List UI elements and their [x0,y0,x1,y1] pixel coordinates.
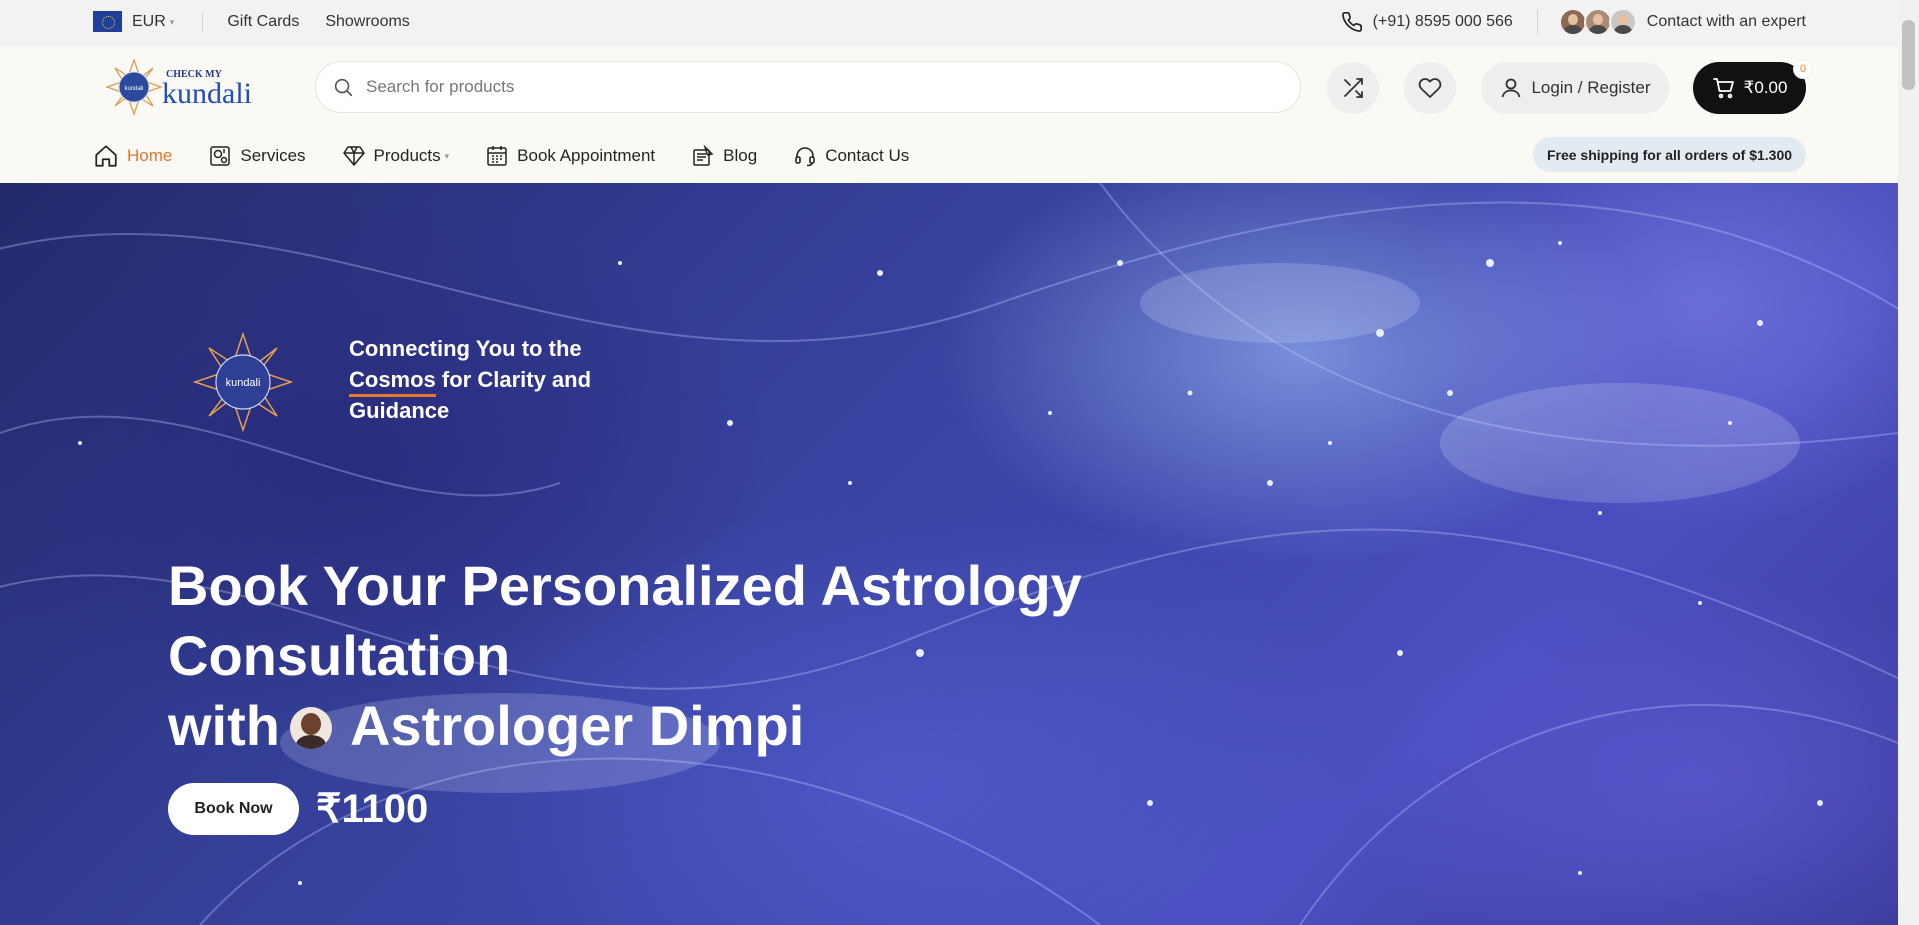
avatar [1608,7,1637,36]
nav-label: Blog [723,146,758,165]
shuffle-icon [1344,78,1363,98]
top-bar: EUR ▾ Gift Cards Showrooms (+91) 8595 00… [0,0,1898,47]
main-nav: Home Services Products ▾ Book Appointmen… [93,141,945,171]
divider [202,11,204,32]
consultation-price: ₹1100 [316,787,429,831]
gift-cards-link[interactable]: Gift Cards [227,13,299,31]
page-scrollbar[interactable] [1898,0,1919,925]
nav-item-products[interactable]: Products ▾ [342,144,450,168]
nav-item-blog[interactable]: Blog [691,144,757,168]
avatar [1583,7,1612,36]
kundali-emblem: kundali [193,332,293,432]
eu-flag-icon[interactable] [93,11,122,32]
cart-icon [1712,78,1734,99]
hero-banner: kundali Connecting You to the Cosmos for… [0,183,1898,925]
search-icon [334,78,353,97]
logo-main-text: kundali [162,77,252,110]
cart-button[interactable]: ₹0.00 [1693,62,1806,114]
headline-name: Astrologer Dimpi [349,694,805,757]
compare-button[interactable] [1327,62,1379,114]
svg-text:kundali: kundali [226,377,261,389]
svg-text:kundali: kundali [124,86,143,92]
currency-selector[interactable]: EUR [132,13,166,31]
blog-icon [693,144,714,166]
search-bar[interactable] [315,61,1301,113]
headset-icon [795,147,815,167]
avatar [1558,7,1587,36]
cart-total: ₹0.00 [1743,78,1788,97]
services-icon [210,146,231,166]
login-register-button[interactable]: Login / Register [1481,62,1669,114]
nav-label: Products [373,146,441,165]
showrooms-link[interactable]: Showrooms [325,13,409,31]
nav-item-contact-us[interactable]: Contact Us [793,144,909,168]
cart-count-badge: 0 [1793,59,1813,79]
astrologer-avatar [289,707,332,749]
hero-tagline: Connecting You to the Cosmos for Clarity… [349,333,609,426]
expert-avatars[interactable] [1536,7,1637,36]
nav-label: Home [127,146,173,165]
nav-label: Contact Us [825,146,910,165]
nav-label: Services [240,146,306,165]
headline-line-1: Book Your Personalized Astrology Consult… [168,554,1082,687]
wishlist-button[interactable] [1404,62,1456,114]
chevron-down-icon[interactable]: ▾ [170,17,175,28]
nav-item-services[interactable]: Services [208,144,306,168]
diamond-icon [342,146,365,166]
calendar-icon [487,146,507,166]
user-icon [1502,78,1521,98]
home-icon [95,145,117,167]
search-input[interactable] [366,77,1266,97]
heart-icon [1418,78,1442,98]
scrollbar-thumb[interactable] [1902,20,1915,90]
tagline-highlight: Cosmos [349,367,436,397]
site-logo[interactable]: kundali CHECK MY kundali [104,57,282,117]
login-label: Login / Register [1531,78,1651,97]
phone-number[interactable]: (+91) 8595 000 566 [1373,13,1513,31]
book-now-button[interactable]: Book Now [168,783,299,835]
nav-item-book-appointment[interactable]: Book Appointment [485,144,655,168]
main-header: kundali CHECK MY kundali Login / Registe… [0,47,1898,183]
tagline-part-1: Connecting You to the [349,336,582,361]
nav-item-home[interactable]: Home [93,143,172,169]
hero-headline: Book Your Personalized Astrology Consult… [168,551,1418,761]
nav-label: Book Appointment [517,146,656,165]
contact-expert-link[interactable]: Contact with an expert [1647,13,1806,31]
phone-icon [1341,11,1362,32]
headline-with: with [168,694,280,757]
chevron-down-icon: ▾ [444,150,450,161]
shipping-badge: Free shipping for all orders of $1.300 [1533,137,1806,172]
